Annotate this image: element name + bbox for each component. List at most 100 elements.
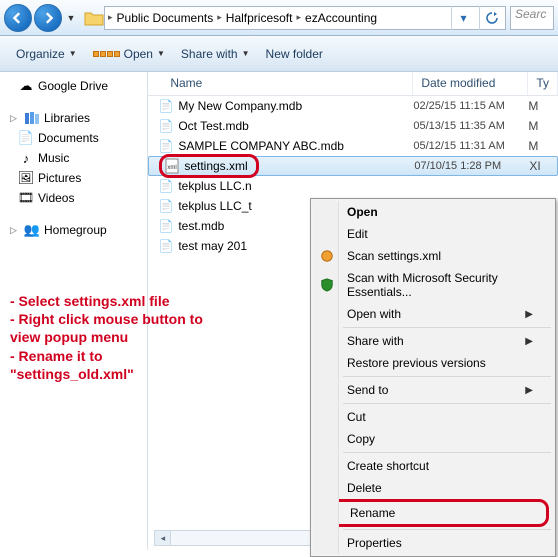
- file-name: tekplus LLC_t: [178, 199, 251, 213]
- ctx-delete[interactable]: Delete: [313, 477, 553, 499]
- new-folder-label: New folder: [266, 47, 323, 61]
- sidebar-item-label: Videos: [38, 191, 74, 205]
- search-input[interactable]: Searc: [510, 6, 554, 30]
- file-row[interactable]: 📄 Oct Test.mdb 05/13/15 11:35 AM M: [148, 116, 558, 136]
- chevron-down-icon: ▼: [69, 49, 77, 58]
- forward-button[interactable]: [34, 4, 62, 32]
- breadcrumb[interactable]: ▸ Public Documents ▸ Halfpricesoft ▸ ezA…: [104, 6, 506, 30]
- ctx-edit[interactable]: Edit: [313, 223, 553, 245]
- file-name: My New Company.mdb: [178, 99, 302, 113]
- file-icon: 📄: [158, 118, 174, 134]
- ctx-restore[interactable]: Restore previous versions: [313, 352, 553, 374]
- file-name: Oct Test.mdb: [178, 119, 248, 133]
- homegroup-icon: 👥: [24, 222, 40, 238]
- file-name: test.mdb: [178, 219, 224, 233]
- file-icon: 📄: [158, 178, 174, 194]
- shield-icon: [319, 277, 335, 293]
- scan-icon: [319, 248, 335, 264]
- file-icon: 📄: [158, 198, 174, 214]
- context-menu: Open Edit Scan settings.xml Scan with Mi…: [310, 198, 556, 557]
- picture-icon: 🖼: [18, 170, 34, 186]
- file-row[interactable]: 📄 SAMPLE COMPANY ABC.mdb 05/12/15 11:31 A…: [148, 136, 558, 156]
- ctx-scan[interactable]: Scan settings.xml: [313, 245, 553, 267]
- context-menu-separator: [343, 403, 551, 404]
- new-folder-button[interactable]: New folder: [258, 43, 331, 65]
- file-row[interactable]: 📄 tekplus LLC.n: [148, 176, 558, 196]
- sidebar-item-homegroup[interactable]: ▷ 👥 Homegroup: [0, 220, 147, 240]
- file-date: 05/12/15 11:31 AM: [413, 140, 528, 152]
- file-date: 02/25/15 11:15 AM: [413, 100, 528, 112]
- document-icon: 📄: [18, 130, 34, 146]
- cloud-icon: ☁: [18, 78, 34, 94]
- annotation-line: - Select settings.xml file: [10, 292, 220, 310]
- file-icon: 📄: [158, 98, 174, 114]
- ctx-cut[interactable]: Cut: [313, 406, 553, 428]
- file-type: M: [528, 99, 558, 113]
- ctx-open-with[interactable]: Open with▶: [313, 303, 553, 325]
- file-date: 07/10/15 1:28 PM: [414, 160, 529, 172]
- scroll-left-button[interactable]: ◂: [155, 531, 171, 545]
- file-row[interactable]: 📄 My New Company.mdb 02/25/15 11:15 AM M: [148, 96, 558, 116]
- xml-file-icon: xml: [164, 158, 180, 174]
- file-name: tekplus LLC.n: [178, 179, 251, 193]
- sidebar-item-label: Libraries: [44, 111, 90, 125]
- chevron-right-icon: ▷: [10, 113, 20, 124]
- ctx-scan-mse[interactable]: Scan with Microsoft Security Essentials.…: [313, 267, 553, 303]
- file-name: SAMPLE COMPANY ABC.mdb: [178, 139, 344, 153]
- annotation-line: - Rename it to "settings_old.xml": [10, 347, 220, 383]
- crumb-public-documents[interactable]: Public Documents: [114, 11, 217, 25]
- chevron-right-icon: ▷: [10, 225, 20, 236]
- sidebar-item-label: Google Drive: [38, 79, 108, 93]
- submenu-arrow-icon: ▶: [525, 385, 533, 396]
- svg-text:xml: xml: [168, 165, 177, 171]
- sidebar-item-pictures[interactable]: 🖼 Pictures: [0, 168, 147, 188]
- file-icon: 📄: [158, 218, 174, 234]
- file-icon: 📄: [158, 138, 174, 154]
- col-date[interactable]: Date modified: [413, 72, 528, 95]
- annotation-highlight-rename: Rename: [317, 499, 549, 527]
- file-type: XI: [529, 159, 557, 173]
- context-menu-separator: [343, 376, 551, 377]
- sidebar-item-music[interactable]: ♪ Music: [0, 148, 147, 168]
- back-button[interactable]: [4, 4, 32, 32]
- sidebar-item-label: Documents: [38, 131, 99, 145]
- sidebar-item-label: Homegroup: [44, 223, 107, 237]
- open-button[interactable]: Open ▼: [85, 43, 173, 65]
- sidebar-item-google-drive[interactable]: ☁ Google Drive: [0, 76, 147, 96]
- file-date: 05/13/15 11:35 AM: [413, 120, 528, 132]
- file-row-selected[interactable]: xml settings.xml 07/10/15 1:28 PM XI: [148, 156, 558, 176]
- sidebar-item-documents[interactable]: 📄 Documents: [0, 128, 147, 148]
- file-name: test may 201: [178, 239, 247, 253]
- ctx-send-to[interactable]: Send to▶: [313, 379, 553, 401]
- dropdown-button[interactable]: ▾: [451, 6, 475, 30]
- share-label: Share with: [181, 47, 238, 61]
- crumb-halfpricesoft[interactable]: Halfpricesoft: [223, 11, 296, 25]
- col-name[interactable]: Name: [148, 72, 413, 95]
- history-dropdown[interactable]: ▼: [64, 4, 78, 32]
- context-menu-separator: [343, 529, 551, 530]
- ctx-open[interactable]: Open: [313, 201, 553, 223]
- chevron-down-icon: ▼: [157, 49, 165, 58]
- annotation-text: - Select settings.xml file - Right click…: [10, 292, 220, 383]
- toolbar: Organize ▼ Open ▼ Share with ▼ New folde…: [0, 36, 558, 72]
- chevron-down-icon: ▼: [242, 49, 250, 58]
- col-type[interactable]: Ty: [528, 72, 558, 95]
- organize-label: Organize: [16, 47, 65, 61]
- ctx-create-shortcut[interactable]: Create shortcut: [313, 455, 553, 477]
- file-type: M: [528, 119, 558, 133]
- column-headers[interactable]: Name Date modified Ty: [148, 72, 558, 96]
- open-icon: [93, 51, 120, 57]
- ctx-share-with[interactable]: Share with▶: [313, 330, 553, 352]
- sidebar-item-videos[interactable]: 🎞 Videos: [0, 188, 147, 208]
- ctx-copy[interactable]: Copy: [313, 428, 553, 450]
- file-type: M: [528, 139, 558, 153]
- ctx-properties[interactable]: Properties: [313, 532, 553, 554]
- context-menu-separator: [343, 452, 551, 453]
- refresh-button[interactable]: [479, 6, 503, 30]
- sidebar-item-label: Pictures: [38, 171, 81, 185]
- crumb-ezaccounting[interactable]: ezAccounting: [302, 11, 380, 25]
- ctx-rename[interactable]: Rename: [320, 502, 546, 524]
- share-with-button[interactable]: Share with ▼: [173, 43, 258, 65]
- organize-button[interactable]: Organize ▼: [8, 43, 85, 65]
- sidebar-item-libraries[interactable]: ▷ Libraries: [0, 108, 147, 128]
